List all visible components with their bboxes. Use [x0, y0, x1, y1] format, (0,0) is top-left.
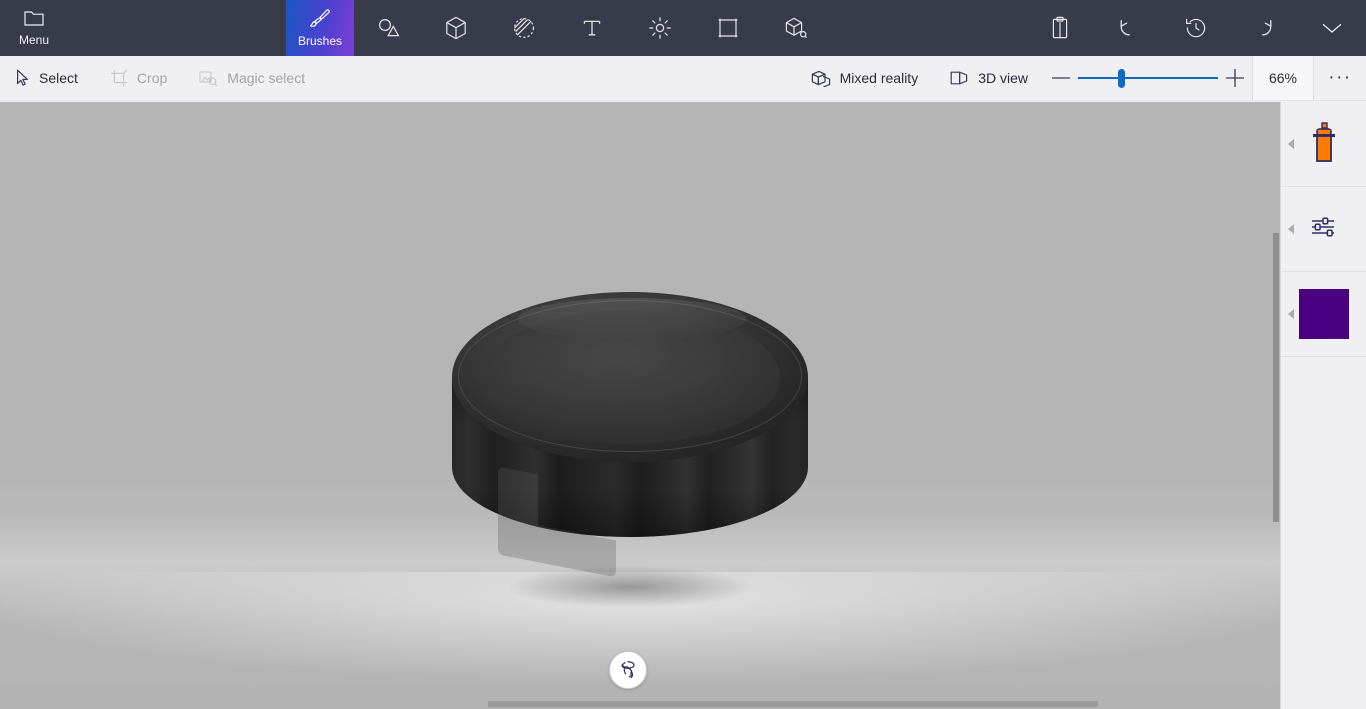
select-tool[interactable]: Select	[0, 56, 94, 101]
tool-2d-shapes[interactable]	[354, 0, 422, 56]
cube-icon	[445, 16, 467, 40]
menu-label: Menu	[19, 34, 49, 47]
crop-icon	[110, 69, 128, 87]
topbar-left-spacer	[68, 0, 286, 56]
tab-brushes-label: Brushes	[298, 35, 342, 48]
sticker-icon	[512, 16, 536, 40]
tool-3d-library[interactable]	[762, 0, 830, 56]
magic-select-tool-label: Magic select	[227, 70, 305, 86]
crop-tool-label: Crop	[137, 70, 167, 86]
tab-brushes[interactable]: Brushes	[286, 0, 354, 56]
hockey-puck-model[interactable]	[452, 292, 808, 597]
cursor-icon	[16, 69, 30, 87]
zoom-slider-thumb[interactable]	[1118, 69, 1125, 88]
orbit-3d-icon	[617, 657, 639, 684]
vertical-scrollbar-thumb[interactable]	[1273, 233, 1279, 522]
canvas-frame-icon	[716, 16, 740, 40]
zoom-in-button[interactable]	[1218, 56, 1252, 101]
panel-section-brush-settings[interactable]	[1281, 187, 1366, 272]
panel-section-brush-preview[interactable]	[1281, 102, 1366, 187]
brush-icon	[310, 9, 331, 33]
plus-icon	[1226, 69, 1244, 87]
panel-section-current-color[interactable]	[1281, 272, 1366, 357]
crop-tool[interactable]: Crop	[94, 56, 183, 101]
puck-highlight	[518, 298, 746, 340]
canvas-horizontal-scrollbar[interactable]	[0, 701, 1280, 709]
collapse-arrow-brush-preview[interactable]	[1288, 139, 1294, 149]
history-icon	[1184, 16, 1208, 40]
paint3d-window: Menu Brushes	[0, 0, 1366, 709]
tool-redo[interactable]	[1230, 0, 1298, 56]
tool-canvas[interactable]	[694, 0, 762, 56]
mixed-reality-button[interactable]: Mixed reality	[795, 56, 935, 101]
tool-effects[interactable]	[626, 0, 694, 56]
cube-search-icon	[784, 16, 808, 40]
zoom-out-button[interactable]	[1044, 56, 1078, 101]
canvas-vertical-scrollbar[interactable]	[1272, 102, 1280, 709]
tool-history[interactable]	[1162, 0, 1230, 56]
sub-toolbar: Select Crop Magic select	[0, 56, 1366, 101]
zoom-percentage[interactable]: 66%	[1252, 56, 1314, 100]
sun-icon	[648, 16, 672, 40]
text-icon	[581, 17, 603, 39]
3d-orbit-control[interactable]	[609, 651, 647, 689]
panel-empty-area	[1281, 357, 1366, 709]
shapes-2d-icon	[376, 17, 400, 39]
collapse-arrow-current-color[interactable]	[1288, 309, 1294, 319]
zoom-slider-track	[1078, 77, 1218, 79]
tool-text[interactable]	[558, 0, 626, 56]
tool-expand-menu[interactable]	[1298, 0, 1366, 56]
current-color-swatch[interactable]	[1299, 289, 1349, 339]
canvas-area[interactable]	[0, 102, 1280, 709]
brush-side-panel	[1280, 102, 1366, 709]
tool-clipboard[interactable]	[1026, 0, 1094, 56]
top-toolbar: Menu Brushes	[0, 0, 1366, 56]
3d-view-label: 3D view	[978, 70, 1028, 86]
clipboard-icon	[1050, 16, 1070, 40]
magic-select-tool[interactable]: Magic select	[183, 56, 321, 101]
redo-icon	[1253, 17, 1275, 39]
tool-undo[interactable]	[1094, 0, 1162, 56]
collapse-arrow-brush-settings[interactable]	[1288, 224, 1294, 234]
spray-can-icon	[1309, 121, 1339, 168]
chevron-down-icon	[1321, 21, 1343, 35]
tool-3d-shapes[interactable]	[422, 0, 490, 56]
undo-icon	[1117, 17, 1139, 39]
magic-select-icon	[199, 70, 218, 87]
sliders-icon	[1311, 216, 1337, 243]
more-options-button[interactable]: ···	[1314, 56, 1366, 101]
3d-view-button[interactable]: 3D view	[934, 56, 1044, 101]
minus-icon	[1052, 77, 1070, 79]
menu-button[interactable]: Menu	[0, 0, 68, 56]
select-tool-label: Select	[39, 70, 78, 86]
topbar-gap	[830, 0, 1026, 56]
zoom-controls: 66% ···	[1044, 56, 1366, 101]
mixed-reality-label: Mixed reality	[840, 70, 919, 86]
view-3d-icon	[950, 70, 969, 86]
folder-icon	[24, 10, 44, 32]
zoom-slider[interactable]	[1078, 56, 1218, 101]
mixed-reality-icon	[811, 70, 831, 87]
tool-stickers[interactable]	[490, 0, 558, 56]
horizontal-scrollbar-thumb[interactable]	[488, 701, 1098, 707]
